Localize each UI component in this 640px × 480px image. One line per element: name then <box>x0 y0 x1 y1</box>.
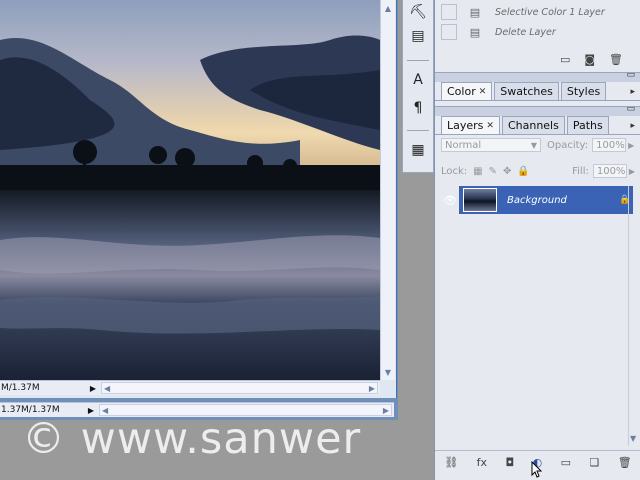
watermark-text: © www.sanwer <box>22 414 362 464</box>
fill-value: 100% <box>596 165 626 177</box>
layer-name: Background <box>507 194 567 206</box>
panel-close-icon[interactable]: ▭ <box>626 104 635 114</box>
new-group-icon[interactable]: ▭ <box>561 456 571 469</box>
scroll-left-icon[interactable]: ◀ <box>104 384 110 393</box>
history-source-checkbox[interactable] <box>441 24 457 40</box>
lock-position-icon[interactable]: ✥ <box>503 166 511 177</box>
fill-input[interactable]: 100% <box>592 164 627 178</box>
tab-channels[interactable]: Channels <box>501 116 565 134</box>
document-icon: ▤ <box>469 5 481 19</box>
lock-all-icon[interactable]: 🔒 <box>517 166 529 177</box>
layer-comps-icon[interactable]: ▤ <box>407 26 429 46</box>
tool-divider <box>407 60 429 61</box>
tab-paths[interactable]: Paths <box>566 116 609 134</box>
history-brush-tool-icon[interactable]: ⛏ <box>407 2 429 22</box>
lock-transparency-icon[interactable]: ▦ <box>473 166 482 177</box>
layers-scrollbar[interactable]: ▼ <box>628 186 639 446</box>
tab-swatches[interactable]: Swatches <box>494 82 559 100</box>
lock-fill-row: Lock: ▦ ✎ ✥ 🔒 Fill: 100% ▶ <box>441 162 635 180</box>
new-layer-icon[interactable]: ❏ <box>589 456 599 469</box>
tab-styles[interactable]: Styles <box>560 82 607 100</box>
tab-close-icon[interactable]: ✕ <box>486 121 494 131</box>
eye-visibility-icon[interactable]: 👁 <box>441 186 459 214</box>
history-state-label: Delete Layer <box>495 26 556 38</box>
tab-layers[interactable]: Layers ✕ <box>441 116 500 134</box>
panel-menu-icon[interactable]: ▸ <box>630 121 635 131</box>
scroll-right-icon[interactable]: ▶ <box>383 406 389 415</box>
tab-paths-label: Paths <box>572 119 603 132</box>
panel-close-icon[interactable]: ▭ <box>626 70 635 80</box>
layers-panel-tabs: Layers ✕ Channels Paths ▸ <box>435 115 640 135</box>
blend-mode-value: Normal <box>445 139 482 151</box>
mouse-pointer-icon <box>531 461 543 478</box>
paragraph-panel-icon[interactable]: ¶ <box>407 98 429 118</box>
document-window-front: ▲ ▼ M/1.37M ▶ ◀ ▶ <box>0 0 397 398</box>
history-state-row[interactable]: ▤ Delete Layer <box>435 22 640 42</box>
horizontal-scrollbar[interactable]: ◀ ▶ <box>101 382 378 394</box>
opacity-input[interactable]: 100% <box>592 138 627 152</box>
history-state-row[interactable]: ▤ Selective Color 1 Layer <box>435 2 640 22</box>
panel-dock: ▤ Selective Color 1 Layer ▤ Delete Layer… <box>434 0 640 480</box>
new-snapshot-icon[interactable]: ◙ <box>584 53 595 66</box>
lock-pixels-icon[interactable]: ✎ <box>489 166 497 177</box>
history-panel-toolbar: ▭ ◙ 🗑 <box>435 50 640 68</box>
trash-icon[interactable]: 🗑 <box>618 456 632 469</box>
blend-mode-select[interactable]: Normal ▼ <box>441 138 541 152</box>
history-source-checkbox[interactable] <box>441 4 457 20</box>
blend-opacity-row: Normal ▼ Opacity: 100% ▶ <box>441 136 635 154</box>
tab-channels-label: Channels <box>507 119 559 132</box>
chevron-down-icon: ▼ <box>530 140 537 150</box>
lock-label: Lock: <box>441 165 468 177</box>
fill-label: Fill: <box>572 165 589 177</box>
info-panel-icon[interactable]: ▦ <box>407 140 429 160</box>
scroll-right-icon[interactable]: ▶ <box>369 384 375 393</box>
link-layers-icon[interactable]: ⛓ <box>444 456 458 469</box>
history-state-label: Selective Color 1 Layer <box>495 6 605 18</box>
opacity-slider-arrow-icon[interactable]: ▶ <box>628 141 634 150</box>
document-status-bar: M/1.37M ▶ ◀ ▶ <box>0 380 380 395</box>
panel-menu-icon[interactable]: ▸ <box>630 87 635 97</box>
scroll-down-icon[interactable]: ▼ <box>382 366 394 378</box>
new-document-icon[interactable]: ▭ <box>560 53 570 66</box>
doc-size-readout: M/1.37M <box>1 383 40 393</box>
layer-mask-icon[interactable]: ◘ <box>505 456 514 469</box>
trash-icon[interactable]: 🗑 <box>609 53 623 66</box>
tab-color[interactable]: Color ✕ <box>441 82 493 100</box>
tab-close-icon[interactable]: ✕ <box>479 87 487 97</box>
scroll-up-icon[interactable]: ▲ <box>382 2 394 14</box>
tool-palette-strip: ⛏ ▤ A ¶ ▦ <box>402 0 434 173</box>
document-icon: ▤ <box>469 25 481 39</box>
photo-canvas[interactable] <box>0 0 380 380</box>
layer-style-fx-icon[interactable]: fx <box>477 456 487 469</box>
status-menu-arrow[interactable]: ▶ <box>87 381 99 395</box>
color-panel-tabs: Color ✕ Swatches Styles ▸ <box>435 81 640 101</box>
character-panel-icon[interactable]: A <box>407 70 429 90</box>
layer-row-background[interactable]: 👁 Background 🔒 <box>441 186 633 214</box>
tab-swatches-label: Swatches <box>500 85 553 98</box>
tab-layers-label: Layers <box>447 119 484 132</box>
fill-slider-arrow-icon[interactable]: ▶ <box>629 167 635 176</box>
tool-divider <box>407 130 429 131</box>
vertical-scrollbar[interactable]: ▲ ▼ <box>380 0 395 380</box>
tab-styles-label: Styles <box>566 85 601 98</box>
opacity-label: Opacity: <box>547 139 589 151</box>
sunset-lake-image <box>0 0 380 380</box>
layer-thumbnail <box>463 188 497 212</box>
scroll-down-icon[interactable]: ▼ <box>630 434 636 443</box>
opacity-value: 100% <box>596 139 625 151</box>
tab-color-label: Color <box>447 85 476 98</box>
